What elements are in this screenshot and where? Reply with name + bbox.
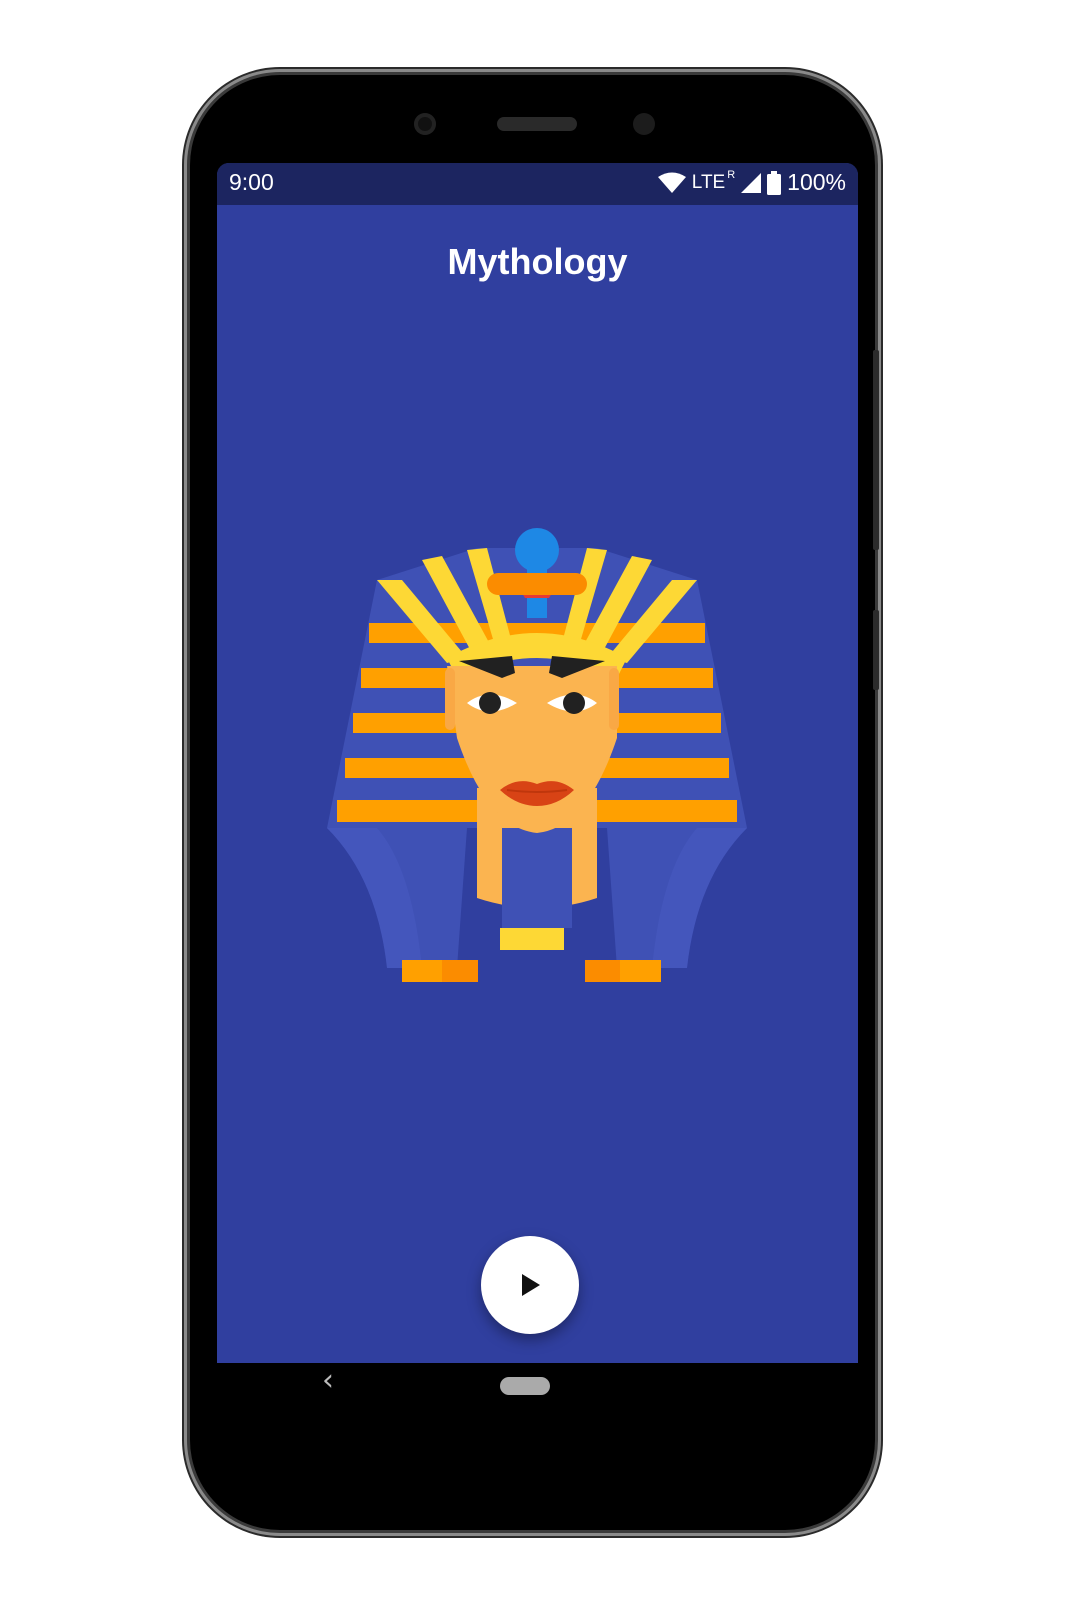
battery-icon: [767, 170, 782, 195]
roaming-indicator: R: [727, 168, 736, 181]
earpiece-speaker: [497, 117, 577, 131]
navigation-bar: ‹: [217, 1363, 858, 1483]
wifi-icon: [657, 172, 686, 193]
play-icon: [522, 1274, 540, 1296]
volume-button: [873, 610, 879, 690]
app-screen: 9:00 LTE R 100% Mythology: [217, 163, 858, 1363]
app-title: Mythology: [447, 241, 628, 282]
power-button: [873, 350, 879, 550]
status-time: 9:00: [229, 169, 274, 195]
proximity-sensor: [633, 113, 655, 135]
play-button[interactable]: [481, 1236, 579, 1334]
network-type: LTE: [691, 171, 726, 193]
status-bar: 9:00 LTE R 100%: [217, 163, 858, 205]
pharaoh-mask-illustration: [327, 528, 747, 982]
front-camera: [414, 113, 436, 135]
signal-icon: [741, 172, 762, 193]
home-pill-icon[interactable]: [500, 1377, 550, 1395]
back-chevron-icon[interactable]: ‹: [322, 1363, 334, 1398]
battery-percentage: 100%: [787, 169, 846, 195]
status-icons: LTE R 100%: [657, 168, 846, 196]
